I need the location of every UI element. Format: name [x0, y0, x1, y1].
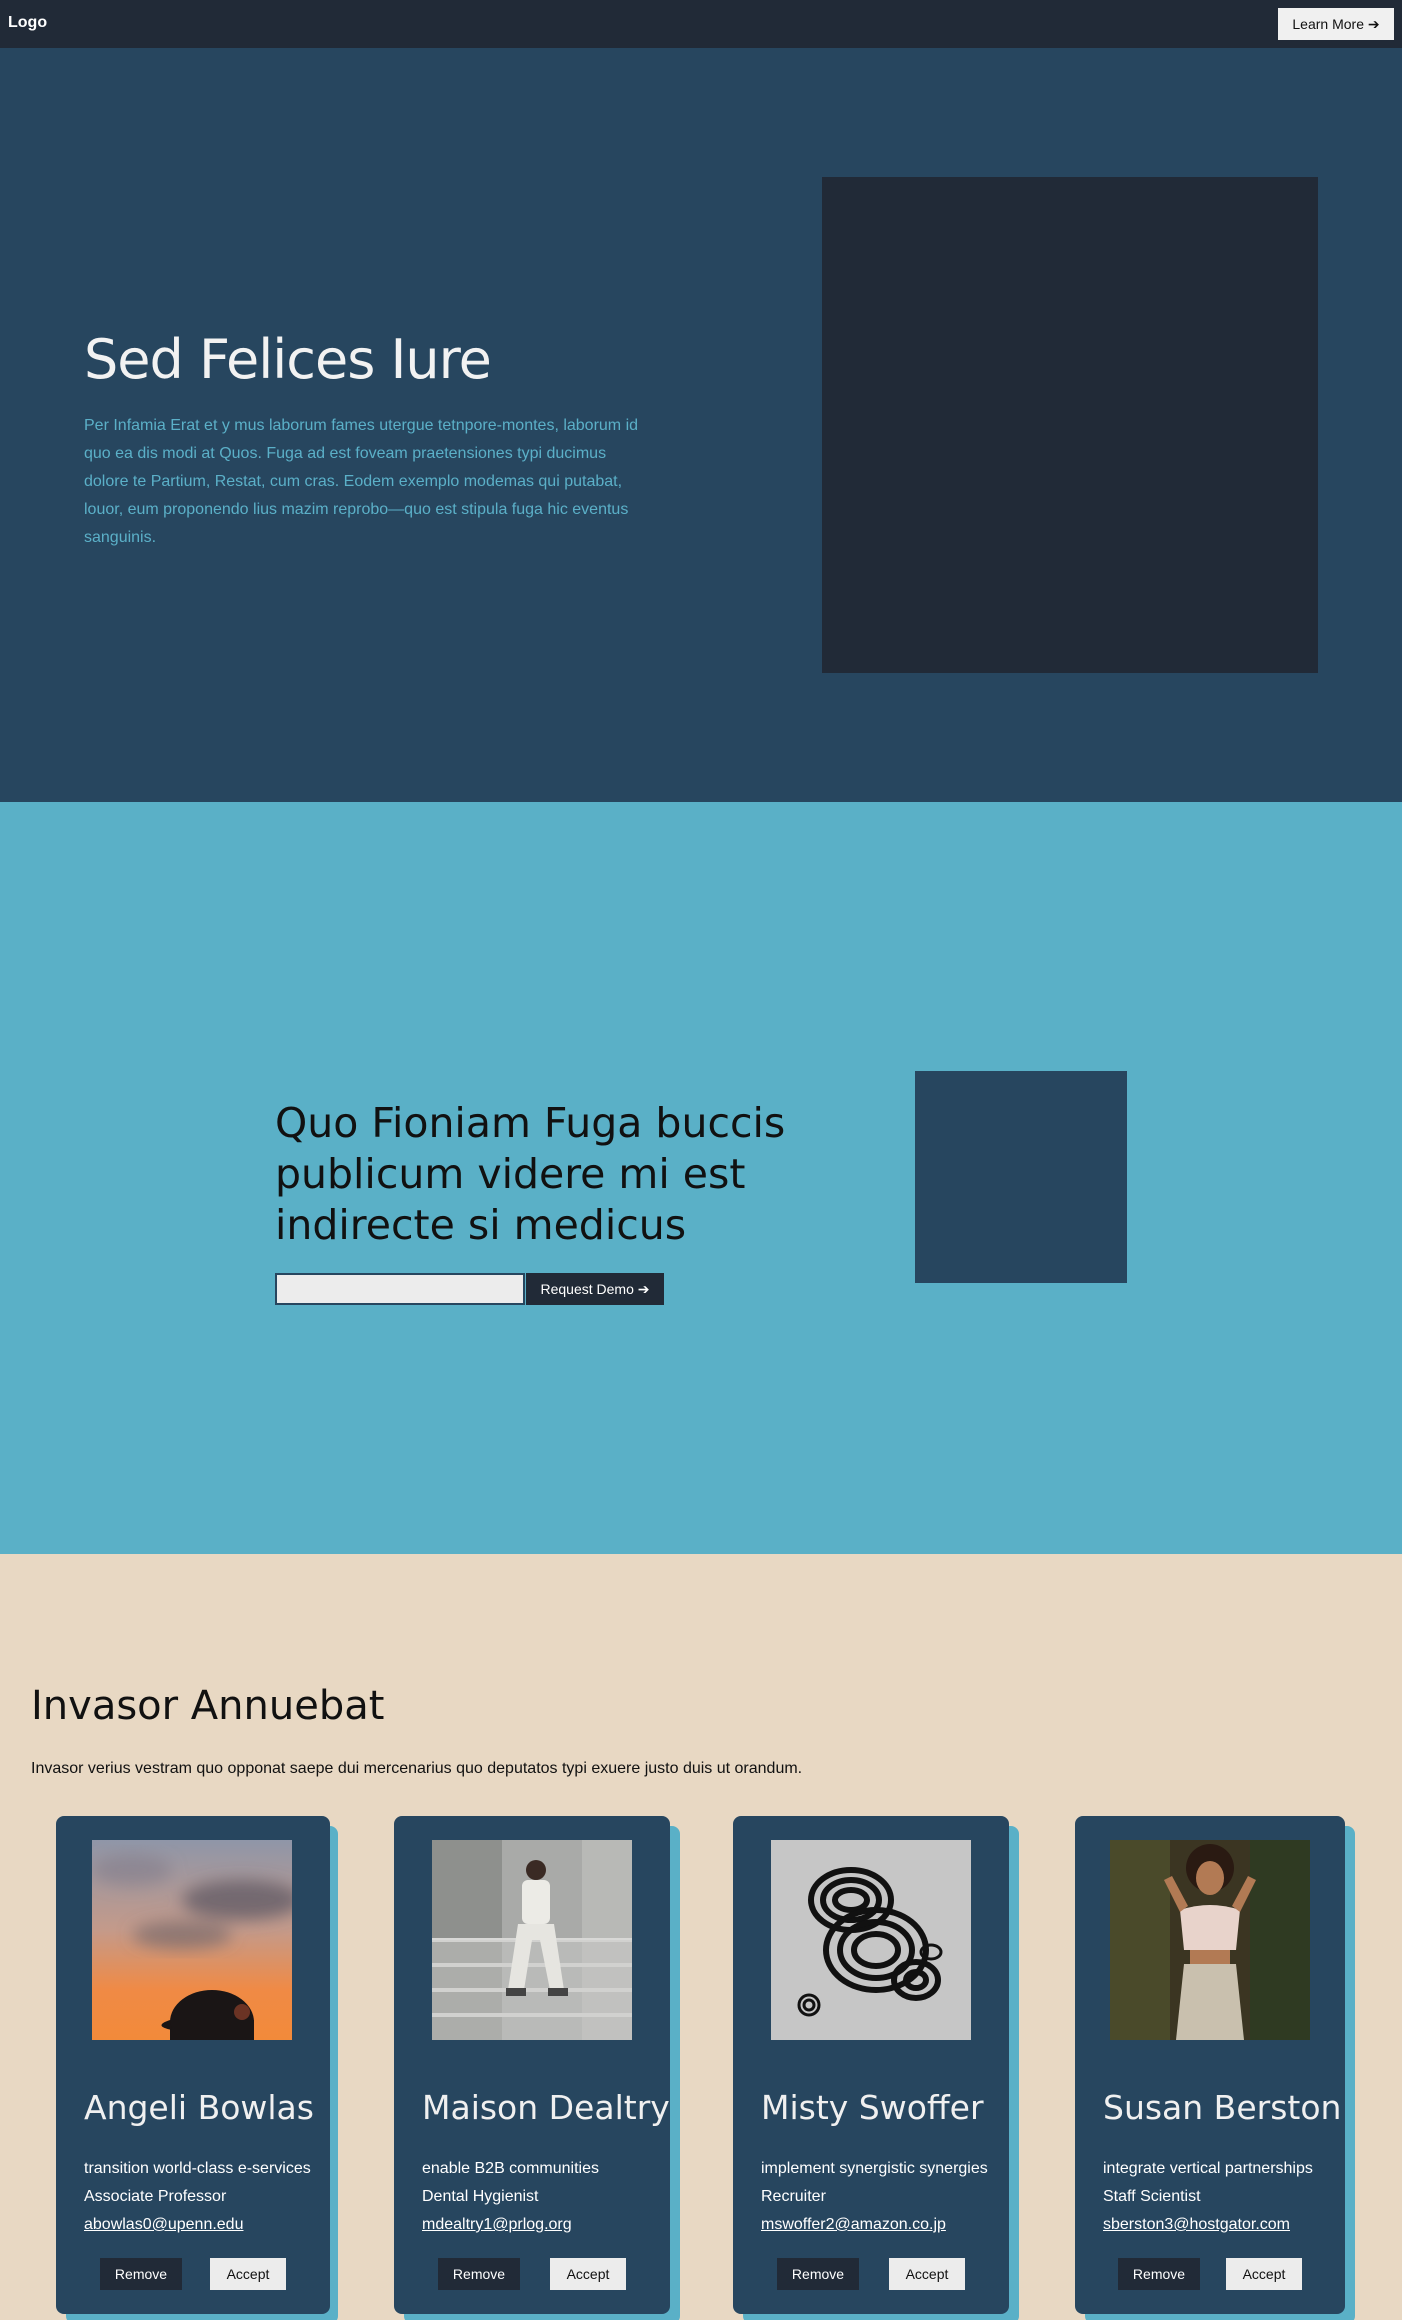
cta-section: Quo Fioniam Fuga buccis publicum videre …	[0, 802, 1402, 1554]
member-email-link[interactable]: abowlas0@upenn.edu	[84, 2216, 243, 2234]
member-role: Associate Professor	[84, 2188, 227, 2205]
demo-email-input[interactable]	[275, 1273, 525, 1305]
member-card-body: Angeli Bowlas transition world-class e-s…	[56, 1816, 330, 2314]
member-name: Maison Dealtry	[422, 2088, 670, 2127]
member-email-link[interactable]: mswoffer2@amazon.co.jp	[761, 2216, 946, 2234]
request-demo-button[interactable]: Request Demo ➔	[526, 1273, 664, 1305]
hero-body: Per Infamia Erat et y mus laborum fames …	[84, 417, 639, 546]
remove-button[interactable]: Remove	[100, 2258, 182, 2290]
member-tagline: transition world-class e-services	[84, 2160, 311, 2177]
member-photo	[1110, 1840, 1310, 2040]
member-role: Staff Scientist	[1103, 2188, 1201, 2205]
member-photo	[92, 1840, 292, 2040]
member-role: Dental Hygienist	[422, 2188, 539, 2205]
member-card-body: Maison Dealtry enable B2B communities De…	[394, 1816, 670, 2314]
remove-button[interactable]: Remove	[1118, 2258, 1200, 2290]
member-name: Misty Swoffer	[761, 2088, 984, 2127]
member-email-link[interactable]: mdealtry1@prlog.org	[422, 2216, 572, 2234]
accept-button[interactable]: Accept	[889, 2258, 965, 2290]
member-role: Recruiter	[761, 2188, 826, 2205]
remove-button[interactable]: Remove	[777, 2258, 859, 2290]
logo[interactable]: Logo	[8, 14, 47, 32]
member-tagline: enable B2B communities	[422, 2160, 599, 2177]
member-tagline: implement synergistic synergies	[761, 2160, 988, 2177]
remove-button[interactable]: Remove	[438, 2258, 520, 2290]
accept-button[interactable]: Accept	[1226, 2258, 1302, 2290]
member-card-body: Susan Berston integrate vertical partner…	[1075, 1816, 1345, 2314]
accept-button[interactable]: Accept	[550, 2258, 626, 2290]
cta-image-placeholder	[915, 1071, 1127, 1283]
top-nav: Logo Learn More ➔	[0, 0, 1402, 48]
member-email-link[interactable]: sberston3@hostgator.com	[1103, 2216, 1290, 2234]
member-name: Susan Berston	[1103, 2088, 1342, 2127]
hero-section: Sed Felices Iure Per Infamia Erat et y m…	[0, 48, 1402, 802]
accept-button[interactable]: Accept	[210, 2258, 286, 2290]
member-tagline: integrate vertical partnerships	[1103, 2160, 1313, 2177]
member-card-body: Misty Swoffer implement synergistic syne…	[733, 1816, 1009, 2314]
hero-image-placeholder	[822, 177, 1318, 673]
member-photo	[771, 1840, 971, 2040]
team-description: Invasor verius vestram quo opponat saepe…	[31, 1760, 803, 1777]
hero-title: Sed Felices Iure	[84, 328, 492, 391]
member-name: Angeli Bowlas	[84, 2088, 314, 2127]
learn-more-button[interactable]: Learn More ➔	[1278, 8, 1394, 40]
team-title: Invasor Annuebat	[31, 1683, 385, 1729]
cta-title: Quo Fioniam Fuga buccis publicum videre …	[275, 1099, 786, 1249]
team-section: Invasor Annuebat Invasor verius vestram …	[0, 1554, 1402, 2320]
member-photo	[432, 1840, 632, 2040]
